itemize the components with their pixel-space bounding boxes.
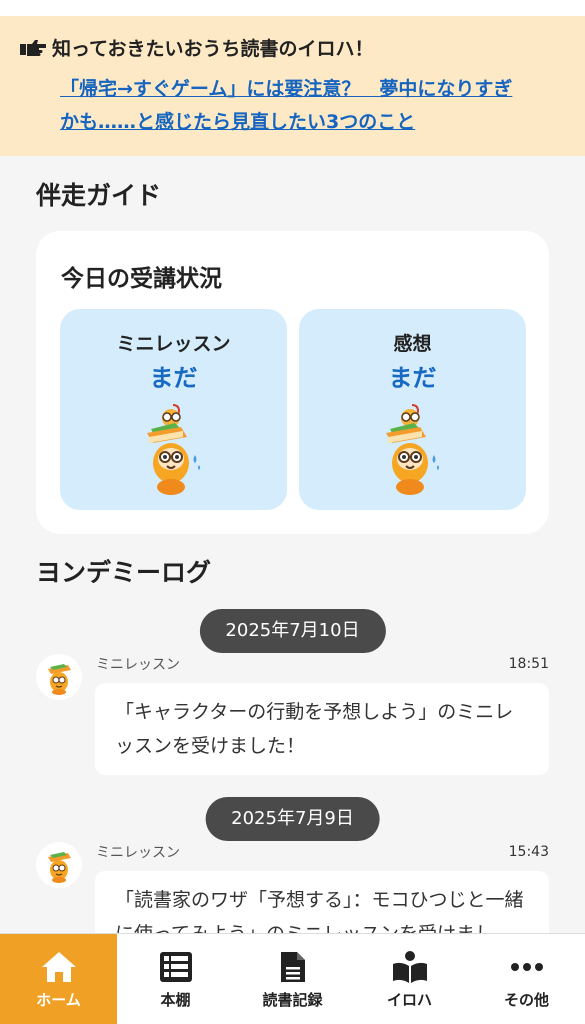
tab-label: 読書記録	[262, 990, 323, 1009]
document-icon	[279, 949, 307, 985]
message-bubble: 「キャラクターの行動を予想しよう」のミニレッスンを受けました！	[95, 683, 549, 775]
article-link[interactable]: 「帰宅→すぐゲーム」には要注意？ 夢中になりすぎ かも……と感じたら見直したい3…	[60, 73, 565, 139]
banner-header: 知っておきたいおうち読書のイロハ！	[20, 34, 565, 61]
entry-type: ミニレッスン	[96, 657, 180, 673]
tab-reading-record[interactable]: 読書記録	[234, 934, 351, 1024]
article-link-line-2: かも……と感じたら見直したい3つのこと	[60, 111, 416, 133]
status-strip	[0, 0, 585, 16]
today-status-title: 今日の受講状況	[61, 266, 222, 292]
tab-bookshelf[interactable]: 本棚	[117, 934, 234, 1024]
entry-time: 15:43	[508, 844, 549, 860]
guide-section-title: 伴走ガイド	[36, 181, 162, 210]
mascot-avatar-icon	[48, 852, 71, 883]
reading-tip-banner[interactable]: 知っておきたいおうち読書のイロハ！ 「帰宅→すぐゲーム」には要注意？ 夢中になり…	[0, 16, 585, 156]
date-chip: 2025年7月9日	[205, 797, 380, 841]
log-section-title: ヨンデミーログ	[36, 558, 212, 587]
tab-iroha[interactable]: イロハ	[351, 934, 468, 1024]
tab-label: その他	[503, 990, 549, 1009]
bottom-tab-bar: ホーム 本棚 読書記録 イロハ その他	[0, 933, 585, 1024]
tab-label: イロハ	[386, 990, 432, 1009]
tab-label: ホーム	[36, 990, 81, 1009]
reading-person-icon	[391, 949, 429, 985]
bookworm-mascot-icon	[146, 404, 200, 495]
bookworm-mascot-icon	[385, 404, 439, 495]
tab-label: 本棚	[160, 990, 191, 1009]
tile-label: 感想	[393, 333, 432, 355]
tile-label: ミニレッスン	[116, 333, 231, 355]
avatar	[36, 842, 82, 888]
mini-lesson-status-tile[interactable]: ミニレッスン まだ	[60, 309, 287, 510]
tab-more[interactable]: その他	[468, 934, 585, 1024]
tile-status: まだ	[388, 364, 437, 392]
entry-time: 18:51	[508, 656, 549, 672]
pointing-hand-icon	[20, 39, 52, 57]
mascot-avatar-icon	[48, 664, 71, 695]
entry-type: ミニレッスン	[96, 845, 180, 861]
bookshelf-icon	[159, 949, 193, 985]
more-icon	[510, 949, 544, 985]
date-chip: 2025年7月10日	[199, 609, 386, 653]
tile-status: まだ	[149, 364, 198, 392]
avatar	[36, 654, 82, 700]
banner-title: 知っておきたいおうち読書のイロハ！	[52, 38, 374, 60]
article-link-line-1: 「帰宅→すぐゲーム」には要注意？ 夢中になりすぎ	[60, 78, 513, 100]
home-icon	[40, 949, 78, 985]
today-status-card: 今日の受講状況 ミニレッスン まだ 感想 まだ	[36, 231, 549, 534]
tab-home[interactable]: ホーム	[0, 934, 117, 1024]
impression-status-tile[interactable]: 感想 まだ	[299, 309, 526, 510]
